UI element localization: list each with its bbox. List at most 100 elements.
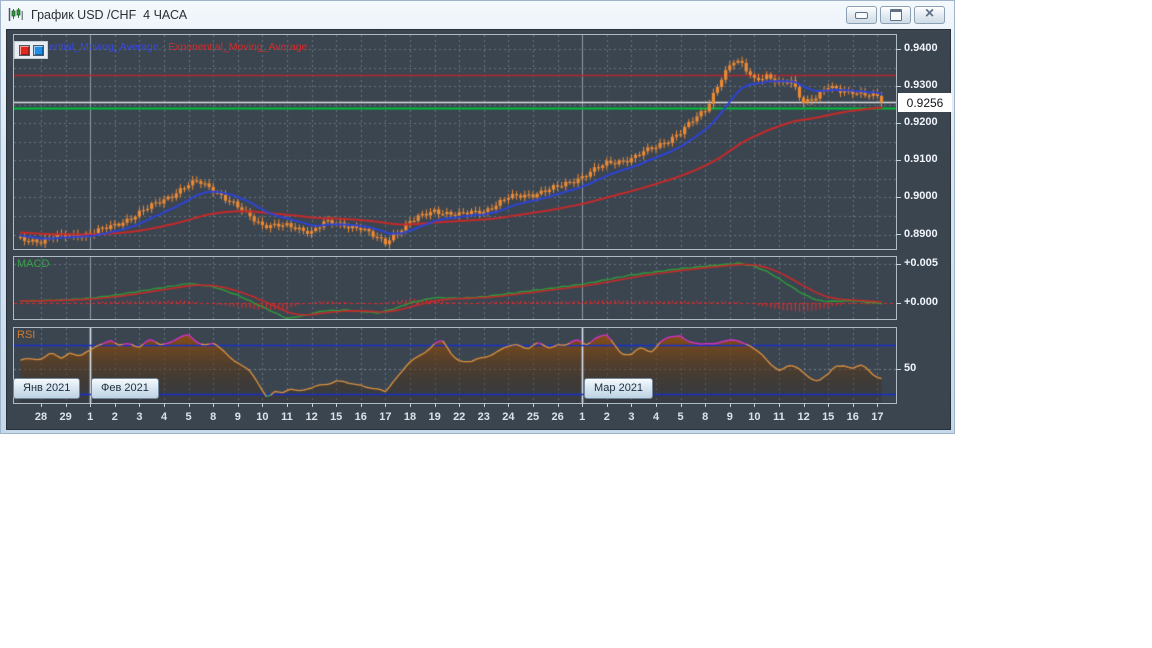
axis-tick — [705, 403, 706, 407]
x-axis-label: 11 — [281, 411, 293, 423]
legend-separator: - — [161, 41, 166, 53]
legend-red-button[interactable] — [18, 44, 30, 56]
legend-blue-button[interactable] — [32, 44, 44, 56]
x-axis-label: 26 — [551, 411, 564, 423]
macd-panel: MACD — [13, 256, 897, 320]
x-axis-label: 22 — [453, 411, 466, 423]
x-axis-label: 9 — [234, 411, 241, 423]
axis-tick — [164, 403, 165, 407]
axis-tick — [115, 403, 116, 407]
x-axis-label: 15 — [822, 411, 835, 423]
x-axis-label: 10 — [256, 411, 269, 423]
axis-tick — [238, 403, 239, 407]
axis-tick — [607, 403, 608, 407]
x-axis-label: 25 — [526, 411, 540, 423]
axis-tick — [410, 403, 411, 407]
axis-tick — [385, 403, 386, 407]
x-axis-label: 5 — [185, 411, 192, 423]
axis-tick — [336, 403, 337, 407]
close-icon: × — [924, 5, 935, 22]
x-axis-label: 5 — [677, 411, 684, 423]
candlestick-chart-icon — [8, 8, 23, 21]
titlebar[interactable]: График USD /CHF 4 ЧАСА × — [1, 1, 954, 28]
axis-tick — [139, 403, 140, 407]
axis-tick — [459, 403, 460, 407]
axis-tick — [896, 264, 901, 265]
x-axis-label: 9 — [726, 411, 733, 423]
x-axis-label: 29 — [59, 411, 72, 423]
axis-tick — [41, 403, 42, 407]
price-axis-label: 0.9300 — [904, 79, 938, 92]
price-axis-label: 0.9200 — [904, 116, 938, 129]
x-axis-label: 4 — [652, 411, 660, 423]
axis-tick — [896, 123, 901, 124]
minimize-icon — [855, 11, 868, 19]
legend-ema-red-label: Exponential_Moving_Average — [168, 41, 308, 53]
price-axis-label: 0.8900 — [904, 227, 938, 240]
axis-tick — [558, 403, 559, 407]
month-button-feb[interactable]: Фев 2021 — [91, 378, 159, 399]
minimize-button[interactable] — [846, 6, 877, 24]
axis-tick — [262, 403, 263, 407]
price-axis-label: 0.9100 — [904, 153, 938, 166]
close-button[interactable]: × — [914, 6, 945, 24]
x-axis-label: 15 — [330, 411, 343, 423]
axis-tick — [287, 403, 288, 407]
x-axis-label: 1 — [579, 411, 586, 423]
axis-tick — [582, 403, 583, 407]
axis-tick — [877, 403, 878, 407]
axis-tick — [90, 403, 91, 407]
price-canvas[interactable] — [14, 35, 896, 249]
axis-tick — [896, 234, 901, 235]
x-axis-label: 10 — [748, 411, 761, 423]
x-axis-label: 12 — [305, 411, 318, 423]
x-axis-label: 1 — [87, 411, 94, 423]
x-axis-label: 12 — [797, 411, 810, 423]
macd-label: MACD — [17, 258, 50, 270]
x-axis-label: 16 — [354, 411, 367, 423]
month-button-jan[interactable]: Янв 2021 — [13, 378, 81, 399]
x-axis-label: 19 — [428, 411, 441, 423]
axis-tick — [896, 86, 901, 87]
axis-tick — [508, 403, 509, 407]
axis-tick — [896, 49, 901, 50]
rsi-axis-label: 50 — [904, 362, 917, 374]
window-title: График USD /CHF 4 ЧАСА — [31, 7, 188, 22]
axis-tick — [853, 403, 854, 407]
window-controls: × — [846, 6, 945, 24]
axis-tick — [631, 403, 632, 407]
x-axis-label: 17 — [379, 411, 392, 423]
axis-tick — [896, 197, 901, 198]
x-axis-label: 18 — [403, 411, 417, 423]
x-axis-label: 4 — [160, 411, 168, 423]
axis-tick — [361, 403, 362, 407]
x-axis-label: 11 — [773, 411, 785, 423]
macd-axis-label: +0.000 — [904, 296, 938, 308]
axis-tick — [533, 403, 534, 407]
x-axis-label: 3 — [136, 411, 143, 423]
axis-tick — [66, 403, 67, 407]
month-button-mar[interactable]: Мар 2021 — [584, 378, 654, 399]
indicator-legend: ential_Moving_Average - Exponential_Moving… — [49, 41, 307, 53]
x-axis-label: 8 — [702, 411, 709, 423]
axis-tick — [896, 369, 901, 370]
x-axis-label: 16 — [846, 411, 859, 423]
x-axis-label: 2 — [111, 411, 118, 423]
restore-icon — [889, 9, 902, 21]
macd-canvas[interactable] — [14, 257, 896, 319]
x-axis-label: 3 — [628, 411, 635, 423]
chart-window: График USD /CHF 4 ЧАСА × ential_Moving_A… — [0, 0, 955, 434]
restore-button[interactable] — [880, 6, 911, 24]
legend-ema-blue-label: ential_Moving_Average — [49, 41, 159, 53]
price-axis-label: 0.9400 — [904, 42, 938, 54]
axis-tick — [828, 403, 829, 407]
axis-tick — [779, 403, 780, 407]
axis-tick — [754, 403, 755, 407]
macd-axis-label: +0.005 — [904, 257, 938, 269]
axis-tick — [681, 403, 682, 407]
x-axis-label: 23 — [477, 411, 490, 423]
current-price-badge: 0.9256 — [898, 93, 952, 112]
rsi-label: RSI — [17, 329, 36, 341]
axis-tick — [484, 403, 485, 407]
x-axis-label: 2 — [603, 411, 610, 423]
